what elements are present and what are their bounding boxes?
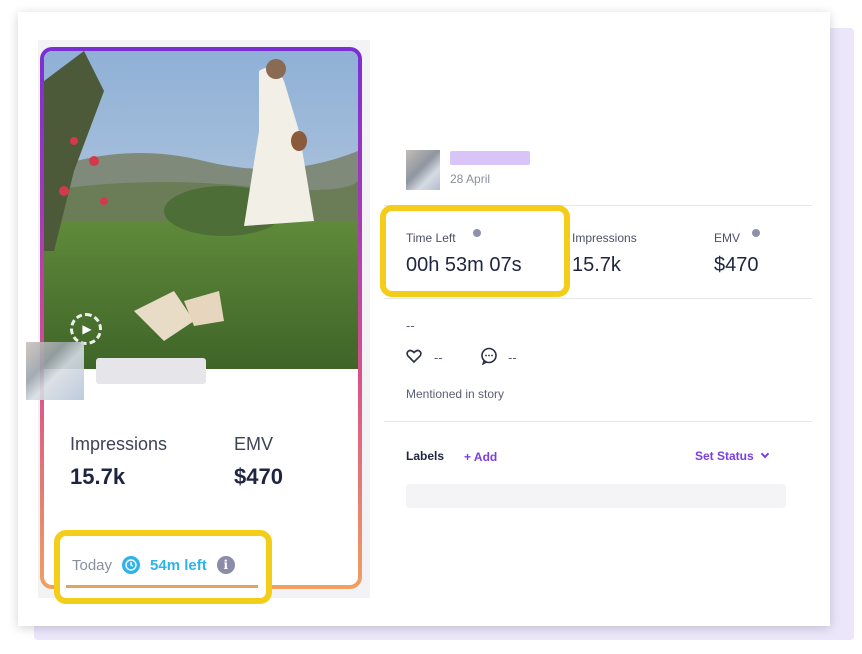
card-emv-value: $470 bbox=[234, 464, 283, 489]
story-expiry-row: Today 54m left i bbox=[72, 556, 235, 574]
detail-impressions-value: 15.7k bbox=[572, 254, 621, 276]
caption-text: -- bbox=[406, 318, 415, 333]
info-icon[interactable]: i bbox=[216, 556, 235, 574]
detail-emv-value: $470 bbox=[714, 254, 759, 276]
likes-count: -- bbox=[434, 350, 443, 365]
labels-input[interactable] bbox=[406, 484, 786, 508]
heart-icon bbox=[406, 349, 422, 364]
add-label-button[interactable]: + Add bbox=[464, 450, 497, 464]
detail-avatar bbox=[406, 150, 440, 190]
creator-avatar bbox=[26, 342, 84, 400]
time-left-highlight bbox=[380, 205, 570, 297]
time-left-label: Time Left bbox=[406, 231, 456, 245]
set-status-label: Set Status bbox=[695, 449, 754, 463]
mentioned-in-story: Mentioned in story bbox=[406, 387, 505, 401]
story-card[interactable]: ▶ bbox=[40, 47, 362, 589]
emv-info-icon[interactable] bbox=[752, 229, 760, 237]
card-impressions-value: 15.7k bbox=[70, 464, 126, 489]
comments-count: -- bbox=[508, 350, 517, 365]
time-left-info-icon[interactable] bbox=[473, 229, 481, 237]
card-emv-label: EMV bbox=[234, 434, 274, 454]
time-left-value: 00h 53m 07s bbox=[406, 254, 522, 276]
divider bbox=[384, 298, 812, 299]
set-status-dropdown[interactable]: Set Status bbox=[695, 449, 769, 463]
expiry-progress-bar bbox=[66, 585, 258, 588]
comment-icon bbox=[481, 347, 497, 365]
chevron-down-icon bbox=[760, 449, 769, 459]
time-left-text: 54m left bbox=[150, 556, 207, 574]
creator-name-redacted bbox=[96, 358, 206, 384]
detail-impressions-label: Impressions bbox=[572, 231, 637, 245]
card-impressions-label: Impressions bbox=[70, 434, 168, 454]
post-date: 28 April bbox=[450, 172, 491, 186]
clock-icon bbox=[122, 556, 141, 574]
divider bbox=[384, 421, 812, 422]
today-label: Today bbox=[72, 556, 113, 574]
story-play-icon[interactable]: ▶ bbox=[70, 313, 102, 345]
story-media[interactable]: ▶ bbox=[44, 51, 358, 369]
detail-name-redacted bbox=[450, 151, 530, 165]
labels-heading: Labels bbox=[406, 449, 445, 463]
detail-emv-label: EMV bbox=[714, 231, 741, 245]
